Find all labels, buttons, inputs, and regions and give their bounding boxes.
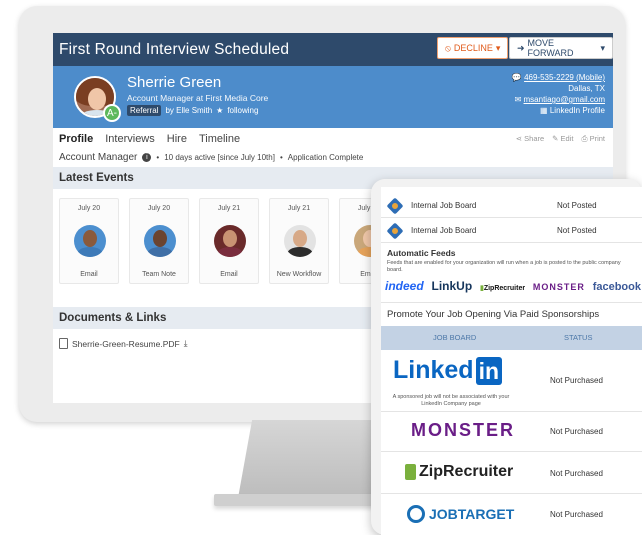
arrow-circle-icon: ➜ bbox=[517, 42, 525, 53]
event-type: New Workflow bbox=[276, 271, 322, 278]
monster-logo: MONSTER bbox=[532, 282, 585, 292]
event-card[interactable]: July 20 Email bbox=[59, 198, 119, 284]
tablet-frame: Internal Job Board Not Posted Internal J… bbox=[371, 179, 642, 535]
event-date: July 21 bbox=[217, 205, 241, 212]
avatar bbox=[214, 225, 246, 257]
facebook-logo: facebook bbox=[592, 281, 641, 293]
event-date: July 20 bbox=[147, 205, 171, 212]
events-list: July 20 Email July 20 Team Note July 21 … bbox=[59, 198, 399, 284]
automatic-feeds-title: Automatic Feeds bbox=[387, 248, 456, 258]
monster-logo: MONSTER bbox=[411, 420, 515, 440]
event-card[interactable]: July 20 Team Note bbox=[129, 198, 189, 284]
sponsorship-status: Not Purchased bbox=[550, 427, 603, 436]
tab-tools: ⋖ Share ✎ Edit ⎙ Print bbox=[516, 134, 605, 144]
avatar bbox=[144, 225, 176, 257]
bullet: • bbox=[156, 153, 160, 162]
linkup-logo: LinkUp bbox=[431, 279, 473, 293]
stage-bar: First Round Interview Scheduled ⦸ DECLIN… bbox=[53, 33, 613, 66]
event-card[interactable]: July 21 New Workflow bbox=[269, 198, 329, 284]
tablet-screen: Internal Job Board Not Posted Internal J… bbox=[381, 187, 642, 535]
col-job-board: JOB BOARD bbox=[433, 333, 477, 342]
ziprecruiter-logo: ▮ZipRecruiter bbox=[479, 285, 526, 292]
sponsorship-row[interactable]: ZipRecruiter Not Purchased bbox=[381, 452, 642, 494]
phone-link[interactable]: 469-535-2229 (Mobile) bbox=[524, 73, 605, 82]
job-board-row[interactable]: Internal Job Board Not Posted bbox=[381, 194, 642, 218]
avatar bbox=[74, 225, 106, 257]
sponsorship-status: Not Purchased bbox=[550, 510, 603, 519]
sponsorship-row[interactable]: MONSTER Not Purchased bbox=[381, 412, 642, 452]
info-icon[interactable]: i bbox=[142, 153, 152, 162]
promote-title: Promote Your Job Opening Via Paid Sponso… bbox=[381, 302, 642, 326]
days-active: 10 days active [since July 10th] bbox=[164, 153, 275, 162]
job-board-name: Internal Job Board bbox=[411, 226, 477, 235]
contact-info: 💬 469-535-2229 (Mobile) Dallas, TX ✉ msa… bbox=[512, 72, 605, 116]
avatar bbox=[284, 225, 316, 257]
referrer[interactable]: by Elle Smith bbox=[165, 106, 212, 115]
download-icon[interactable]: ⤓ bbox=[184, 338, 188, 349]
puzzle-icon bbox=[386, 222, 404, 240]
status-line: Account Manager i • 10 days active [sinc… bbox=[59, 152, 363, 163]
share-button[interactable]: ⋖ Share bbox=[516, 134, 544, 144]
stage: First Round Interview Scheduled ⦸ DECLIN… bbox=[0, 0, 642, 535]
document-filename[interactable]: Sherrie-Green-Resume.PDF bbox=[72, 339, 180, 349]
email-link[interactable]: msantiago@gmail.com bbox=[524, 95, 605, 104]
event-type: Email bbox=[220, 271, 238, 278]
tab-interviews[interactable]: Interviews bbox=[105, 133, 155, 145]
pdf-icon bbox=[59, 338, 68, 349]
sponsorship-status: Not Purchased bbox=[550, 469, 603, 478]
linkedin-link[interactable]: LinkedIn Profile bbox=[550, 106, 605, 115]
location: Dallas, TX bbox=[568, 84, 605, 93]
jobtarget-logo: JOBTARGET bbox=[407, 505, 514, 523]
sponsorship-table-header: JOB BOARD STATUS bbox=[381, 326, 642, 350]
job-board-status: Not Posted bbox=[557, 201, 597, 210]
job-board-row[interactable]: Internal Job Board Not Posted bbox=[381, 219, 642, 243]
candidate-meta: Referral by Elle Smith ★ following bbox=[127, 105, 258, 116]
star-icon: ★ bbox=[216, 106, 224, 115]
event-card[interactable]: July 21 Email bbox=[199, 198, 259, 284]
event-type: Email bbox=[80, 271, 98, 278]
bullet: • bbox=[279, 153, 283, 162]
referral-tag: Referral bbox=[127, 105, 162, 116]
role: Account Manager bbox=[59, 152, 138, 163]
decline-button[interactable]: ⦸ DECLINE ▾ bbox=[437, 37, 509, 59]
feed-logos: indeed LinkUp ▮ZipRecruiter MONSTER face… bbox=[385, 279, 641, 293]
caret-down-icon: ▾ bbox=[495, 42, 501, 53]
job-board-status: Not Posted bbox=[557, 226, 597, 235]
stage-title: First Round Interview Scheduled bbox=[59, 40, 290, 58]
ziprecruiter-logo: ZipRecruiter bbox=[405, 463, 513, 481]
tab-profile[interactable]: Profile bbox=[59, 133, 93, 145]
event-date: July 20 bbox=[77, 205, 101, 212]
grade-badge: A- bbox=[103, 104, 121, 122]
candidate-header: A- Sherrie Green Account Manager at Firs… bbox=[53, 66, 613, 128]
tab-timeline[interactable]: Timeline bbox=[199, 133, 240, 145]
linkedin-note: A sponsored job will not be associated w… bbox=[392, 394, 510, 407]
indeed-logo: indeed bbox=[385, 279, 424, 293]
event-type: Team Note bbox=[142, 271, 176, 278]
document-item[interactable]: Sherrie-Green-Resume.PDF ⤓ bbox=[59, 338, 187, 349]
following-label[interactable]: following bbox=[227, 106, 258, 115]
caret-down-icon: ▾ bbox=[600, 42, 605, 53]
linkedin-icon: ▦ bbox=[540, 106, 548, 115]
job-board-name: Internal Job Board bbox=[411, 201, 477, 210]
tab-hire[interactable]: Hire bbox=[167, 133, 187, 145]
application-status: Application Complete bbox=[287, 153, 364, 162]
move-forward-label: MOVE FORWARD bbox=[527, 38, 574, 58]
event-date: July 21 bbox=[287, 205, 311, 212]
col-status: STATUS bbox=[564, 333, 593, 342]
ban-icon: ⦸ bbox=[445, 42, 451, 53]
chat-icon: 💬 bbox=[511, 73, 522, 82]
automatic-feeds-note: Feeds that are enabled for your organiza… bbox=[387, 260, 621, 273]
decline-label: DECLINE bbox=[453, 43, 493, 53]
sponsorship-row[interactable]: JOBTARGET Not Purchased bbox=[381, 494, 642, 535]
edit-button[interactable]: ✎ Edit bbox=[552, 134, 573, 144]
mail-icon: ✉ bbox=[514, 95, 522, 104]
linkedin-logo: Linked in bbox=[393, 356, 503, 385]
sponsorship-status: Not Purchased bbox=[550, 376, 603, 385]
move-forward-button[interactable]: ➜ MOVE FORWARD ▾ bbox=[509, 37, 613, 59]
sponsorship-row[interactable]: Linked in A sponsored job will not be ass… bbox=[381, 350, 642, 412]
puzzle-icon bbox=[386, 197, 404, 215]
print-button[interactable]: ⎙ Print bbox=[581, 134, 605, 144]
candidate-title: Account Manager at First Media Core bbox=[127, 93, 269, 103]
candidate-name: Sherrie Green bbox=[127, 74, 222, 91]
